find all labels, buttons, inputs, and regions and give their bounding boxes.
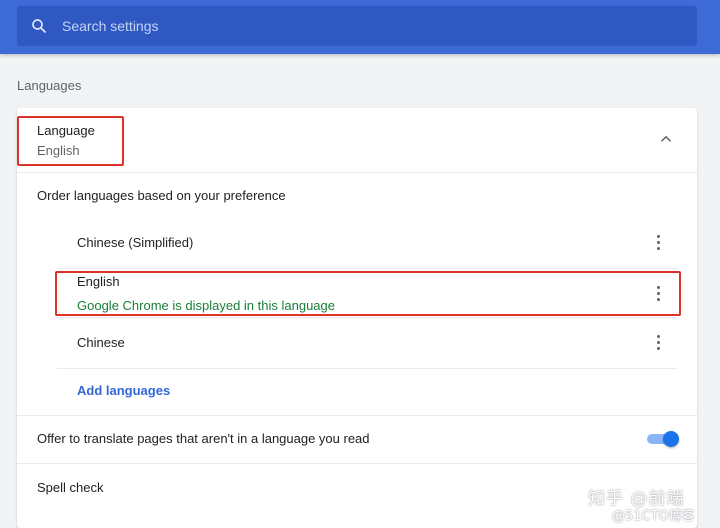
list-item: English Google Chrome is displayed in th… — [57, 269, 677, 318]
search-icon[interactable] — [30, 17, 48, 35]
more-options-icon[interactable] — [653, 335, 663, 353]
language-expander[interactable]: Language English — [17, 108, 697, 172]
toggle-knob — [663, 431, 679, 447]
language-name: English — [77, 274, 120, 289]
language-current: English — [37, 143, 80, 158]
order-languages-label: Order languages based on your preference — [37, 188, 286, 203]
language-list: Chinese (Simplified) English Google Chro… — [57, 218, 677, 369]
search-input[interactable] — [62, 6, 662, 46]
language-name: Chinese — [77, 335, 125, 350]
languages-card: Language English Order languages based o… — [17, 108, 697, 528]
list-item: Chinese (Simplified) — [57, 218, 677, 269]
divider — [17, 463, 697, 464]
divider — [17, 415, 697, 416]
translate-toggle[interactable] — [645, 431, 679, 447]
spell-check-label[interactable]: Spell check — [37, 480, 103, 495]
translate-offer-label: Offer to translate pages that aren't in … — [37, 431, 370, 446]
more-options-icon[interactable] — [653, 235, 663, 253]
watermark-text: @51CTO博客 — [612, 509, 695, 524]
settings-header — [0, 0, 720, 54]
display-language-note: Google Chrome is displayed in this langu… — [77, 298, 335, 313]
add-languages-link[interactable]: Add languages — [77, 383, 170, 398]
more-options-icon[interactable] — [653, 286, 663, 304]
watermark: 知乎 @前端 @51CTO博客 — [588, 484, 713, 524]
chevron-up-icon[interactable] — [657, 130, 675, 148]
language-name: Chinese (Simplified) — [77, 235, 194, 250]
search-bar[interactable] — [17, 6, 697, 46]
divider — [17, 172, 697, 173]
language-title: Language — [37, 123, 95, 138]
list-item: Chinese — [57, 318, 677, 369]
section-title: Languages — [17, 78, 82, 93]
